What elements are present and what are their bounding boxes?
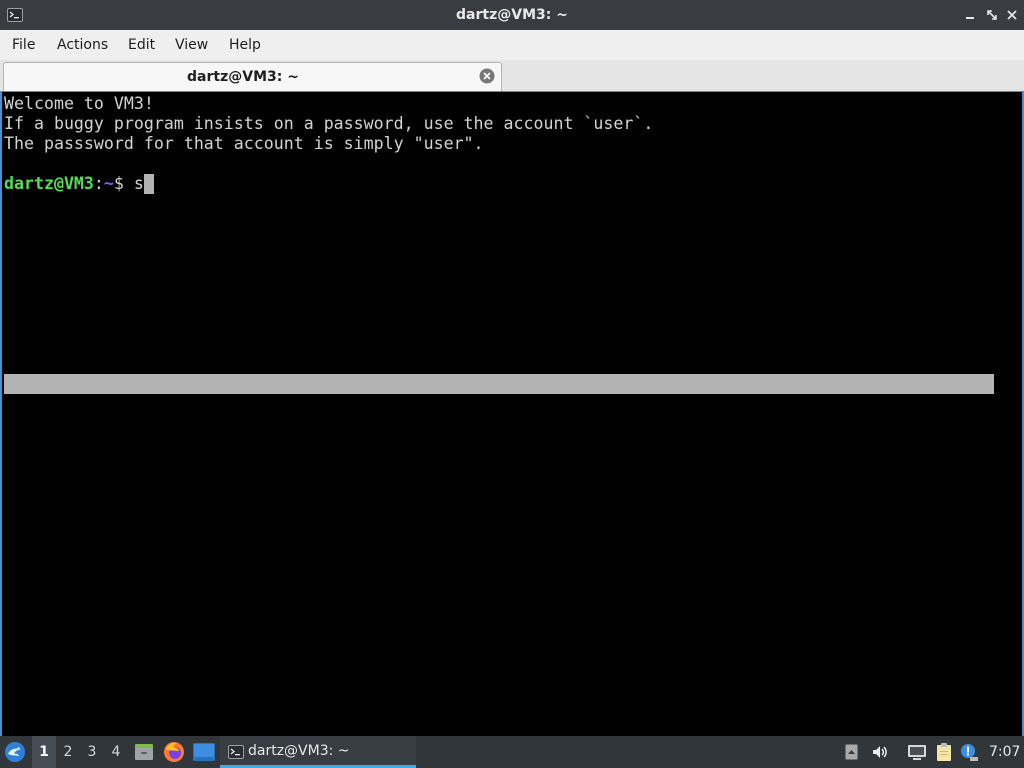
clipboard-icon[interactable] bbox=[935, 742, 953, 762]
prompt-line: dartz@VM3:~$ s bbox=[4, 174, 154, 194]
terminal-icon[interactable] bbox=[7, 7, 23, 23]
tray-expand-icon[interactable] bbox=[845, 744, 858, 760]
desktop-2-button[interactable]: 2 bbox=[56, 736, 80, 768]
prompt-user-host: dartz@VM3 bbox=[4, 174, 94, 193]
tab-bar: dartz@VM3: ~ bbox=[0, 60, 1024, 91]
close-circle-icon[interactable] bbox=[479, 68, 495, 84]
menu-edit[interactable]: Edit bbox=[128, 30, 155, 60]
output-line: Welcome to VM3! bbox=[4, 94, 154, 113]
close-icon[interactable] bbox=[1006, 9, 1018, 21]
clock[interactable]: 7:07 bbox=[989, 736, 1020, 768]
menu-help[interactable]: Help bbox=[229, 30, 261, 60]
desktop-3-button[interactable]: 3 bbox=[80, 736, 104, 768]
prompt-symbol: $ bbox=[113, 174, 134, 193]
task-label: dartz@VM3: ~ bbox=[248, 743, 350, 759]
output-line: The passsword for that account is simply… bbox=[4, 134, 484, 153]
network-icon[interactable] bbox=[907, 743, 927, 761]
minimize-icon[interactable] bbox=[964, 9, 976, 21]
menu-file[interactable]: File bbox=[12, 30, 35, 60]
notification-icon[interactable] bbox=[960, 743, 978, 761]
desktop-1-button[interactable]: 1 bbox=[32, 736, 56, 768]
tab-terminal[interactable]: dartz@VM3: ~ bbox=[3, 62, 502, 91]
firefox-icon[interactable] bbox=[163, 741, 185, 763]
menu-view[interactable]: View bbox=[175, 30, 208, 60]
volume-icon[interactable] bbox=[871, 743, 889, 761]
file-manager-icon[interactable] bbox=[133, 741, 155, 763]
text-cursor bbox=[143, 174, 154, 194]
show-desktop-icon[interactable] bbox=[193, 743, 215, 761]
prompt-path: ~ bbox=[103, 174, 114, 193]
taskbar: 1 2 3 4 dartz@VM3: ~ 7:07 bbox=[0, 736, 1024, 768]
tab-label: dartz@VM3: ~ bbox=[187, 69, 299, 85]
menu-bar: File Actions Edit View Help bbox=[0, 30, 1024, 60]
maximize-icon[interactable] bbox=[986, 9, 998, 21]
lxqt-start-icon[interactable] bbox=[4, 741, 26, 763]
terminal-icon bbox=[228, 744, 244, 760]
terminal-view[interactable]: Welcome to VM3! If a buggy program insis… bbox=[0, 91, 1024, 736]
output-line: If a buggy program insists on a password… bbox=[4, 114, 654, 133]
menu-actions[interactable]: Actions bbox=[57, 30, 108, 60]
prompt-separator: : bbox=[93, 174, 104, 193]
highlight-bar bbox=[4, 374, 994, 394]
desktop-4-button[interactable]: 4 bbox=[104, 736, 128, 768]
command-input[interactable]: s bbox=[134, 174, 144, 193]
window-title: dartz@VM3: ~ bbox=[456, 7, 568, 23]
taskbar-task-terminal[interactable]: dartz@VM3: ~ bbox=[220, 736, 416, 768]
window-titlebar[interactable]: dartz@VM3: ~ bbox=[0, 0, 1024, 30]
